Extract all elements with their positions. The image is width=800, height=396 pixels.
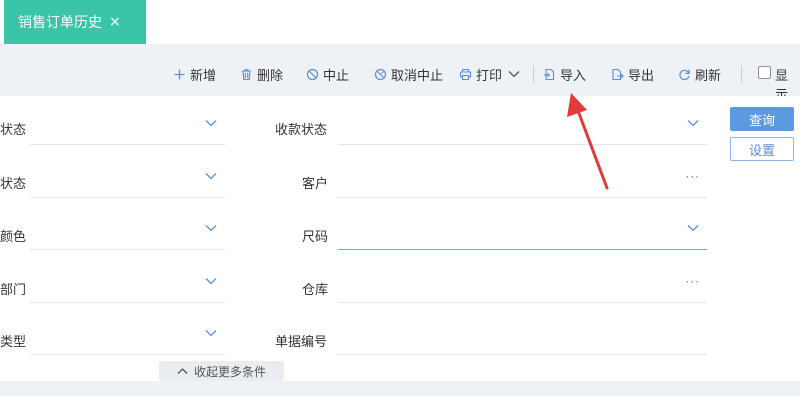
chevron-up-icon (177, 368, 188, 374)
tab-bar: 销售订单历史 × (0, 0, 800, 44)
export-button-label: 导出 (628, 68, 655, 84)
import-button[interactable]: 导入 (543, 65, 587, 84)
department-select[interactable] (30, 263, 225, 303)
query-button[interactable]: 查询 (730, 107, 794, 131)
size-select[interactable] (338, 210, 707, 250)
settings-button[interactable]: 设置 (730, 137, 794, 161)
field-label-customer: 客户 (302, 177, 329, 192)
chevron-down-icon (687, 120, 699, 127)
export-button[interactable]: 导出 (611, 65, 655, 84)
new-button[interactable]: 新增 (173, 65, 217, 84)
field-label-warehouse: 仓库 (302, 283, 329, 298)
field-label-status: 状态 (0, 123, 27, 138)
cancel-stop-button-label: 取消中止 (391, 68, 444, 84)
page: 销售订单历史 × 新增 删除 中止 取消中止 打印 导入 导出 刷新 显 状态 … (0, 0, 800, 396)
tab-close-icon[interactable]: × (109, 15, 121, 29)
cancel-stop-button[interactable]: 取消中止 (374, 65, 444, 84)
field-label-color: 颜色 (0, 230, 27, 245)
chevron-down-icon (687, 225, 699, 232)
trash-icon (242, 68, 251, 80)
stop-button[interactable]: 中止 (306, 65, 350, 84)
export-icon (612, 68, 624, 80)
tab-title: 销售订单历史 (18, 15, 102, 31)
field-label-payment-status: 收款状态 (275, 123, 328, 138)
chevron-down-icon (205, 330, 217, 337)
print-button-label: 打印 (476, 68, 503, 84)
document-number-input[interactable] (338, 315, 707, 355)
bottom-divider-bar (0, 381, 800, 396)
more-dots-icon[interactable]: ··· (686, 275, 700, 289)
payment-status-select[interactable] (338, 105, 707, 145)
toolbar: 新增 删除 中止 取消中止 打印 导入 导出 刷新 显 (0, 44, 800, 103)
chevron-down-icon (205, 225, 217, 232)
delete-button-label: 删除 (257, 68, 284, 84)
chevron-down-icon (205, 278, 217, 285)
toolbar-divider (533, 65, 534, 83)
delete-button[interactable]: 删除 (240, 65, 284, 84)
cancel-ban-icon (374, 68, 387, 80)
type-select[interactable] (30, 315, 225, 355)
status-2-select[interactable] (30, 158, 225, 198)
warehouse-picker[interactable]: ··· (338, 263, 707, 303)
field-label-type: 类型 (0, 335, 27, 350)
print-button[interactable]: 打印 (459, 65, 520, 84)
color-select[interactable] (30, 210, 225, 250)
stop-button-label: 中止 (323, 68, 350, 84)
refresh-button[interactable]: 刷新 (678, 65, 722, 84)
field-label-status-2: 状态 (0, 177, 27, 192)
chevron-down-icon (205, 120, 217, 127)
more-dots-icon[interactable]: ··· (686, 170, 700, 184)
show-checkbox[interactable] (758, 66, 771, 79)
plus-icon (174, 69, 185, 79)
printer-icon (459, 68, 472, 80)
toolbar-divider-2 (741, 65, 742, 83)
chevron-down-icon (508, 71, 520, 78)
collapse-conditions-button[interactable]: 收起更多条件 (159, 361, 284, 381)
import-icon (544, 68, 555, 80)
field-label-department: 部门 (0, 283, 27, 298)
refresh-icon (679, 69, 690, 80)
chevron-down-icon (205, 173, 217, 180)
ban-icon (306, 68, 319, 80)
tab-sales-order-history[interactable]: 销售订单历史 × (4, 0, 146, 44)
customer-picker[interactable]: ··· (338, 158, 707, 198)
field-label-document-number: 单据编号 (275, 335, 328, 350)
new-button-label: 新增 (190, 68, 217, 84)
import-button-label: 导入 (560, 68, 587, 84)
collapse-conditions-label: 收起更多条件 (193, 364, 266, 379)
status-select[interactable] (30, 105, 225, 145)
field-label-size: 尺码 (302, 230, 329, 245)
refresh-button-label: 刷新 (695, 68, 722, 84)
